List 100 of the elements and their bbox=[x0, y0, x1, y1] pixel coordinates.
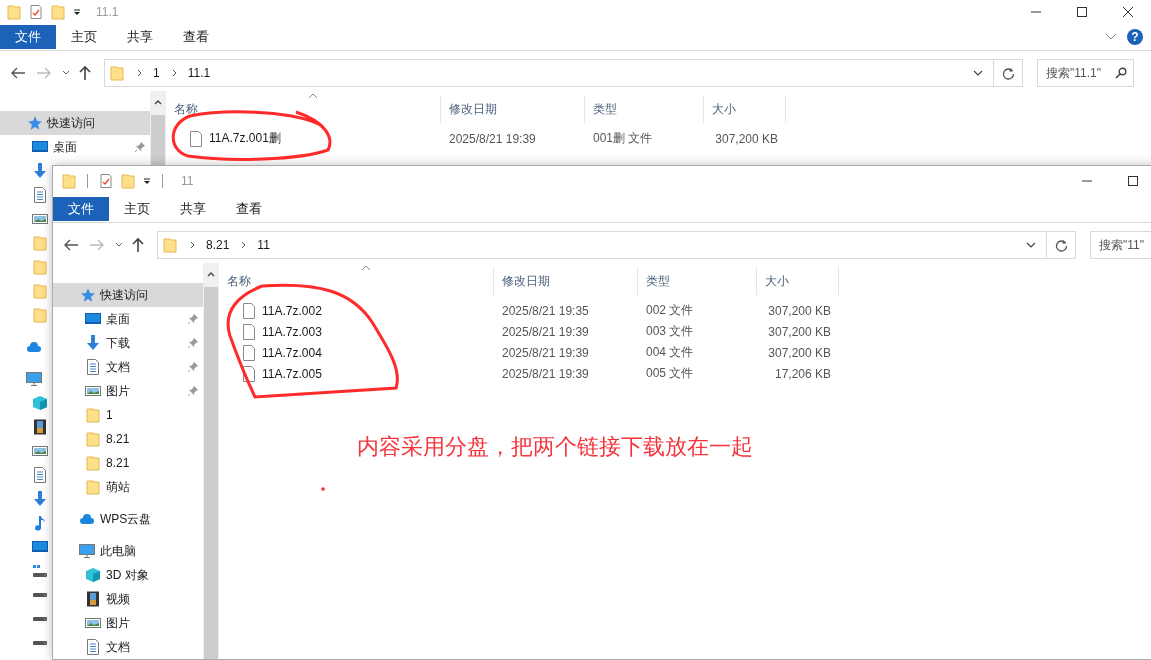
close-icon[interactable] bbox=[1122, 6, 1134, 18]
nav-item-label[interactable]: WPS云盘 bbox=[100, 510, 152, 528]
file-menu-button[interactable]: 文件 bbox=[0, 25, 56, 49]
file-name[interactable]: 11A.7z.005 bbox=[262, 366, 322, 381]
file-icon bbox=[243, 302, 255, 319]
selected-nav-row[interactable]: 快速访问 bbox=[53, 283, 203, 307]
column-header[interactable]: 类型 bbox=[638, 267, 757, 295]
nav-item-label[interactable]: 视频 bbox=[106, 590, 130, 608]
sort-caret-icon bbox=[361, 265, 371, 271]
ribbon-tab[interactable]: 主页 bbox=[56, 25, 112, 49]
nav-item-label[interactable]: 下载 bbox=[106, 334, 130, 352]
nav-item-label[interactable]: 快速访问 bbox=[100, 286, 148, 304]
nav-item-label[interactable]: 图片 bbox=[106, 382, 130, 400]
nav-item-label[interactable]: 图片 bbox=[106, 614, 130, 632]
up-arrow-icon[interactable] bbox=[78, 65, 92, 81]
star-icon bbox=[79, 287, 95, 303]
column-header[interactable]: 修改日期 bbox=[494, 267, 638, 295]
nav-item-label[interactable]: 3D 对象 bbox=[106, 566, 149, 584]
scroll-bar[interactable] bbox=[203, 263, 219, 659]
column-header[interactable]: 名称 bbox=[166, 95, 441, 123]
ribbon-tab[interactable]: 查看 bbox=[168, 25, 224, 49]
chevron-down-icon[interactable] bbox=[973, 70, 983, 76]
document-icon bbox=[85, 359, 101, 375]
help-button[interactable]: ? bbox=[1127, 29, 1143, 45]
annotation-dot bbox=[321, 487, 325, 491]
pin-icon[interactable] bbox=[187, 313, 199, 325]
chevron-right-icon[interactable] bbox=[190, 241, 196, 249]
nav-item-label[interactable]: 桌面 bbox=[53, 138, 77, 156]
nav-item-label[interactable]: 萌站 bbox=[106, 478, 130, 496]
address-bar[interactable]: 8.21 11 bbox=[157, 231, 1076, 259]
nav-item-label[interactable]: 此电脑 bbox=[100, 542, 136, 560]
nav-item-label[interactable]: 文档 bbox=[106, 358, 130, 376]
breadcrumb-item[interactable]: 11.1 bbox=[187, 66, 211, 80]
ribbon-tab[interactable]: 主页 bbox=[109, 197, 165, 221]
cloud-icon bbox=[79, 511, 95, 527]
column-header[interactable]: 大小 bbox=[757, 267, 839, 295]
search-field[interactable]: 搜索"11.1" bbox=[1037, 59, 1134, 87]
type-cell-text: 003 文件 bbox=[645, 323, 695, 340]
address-bar[interactable]: 1 11.1 bbox=[104, 59, 1023, 87]
size-cell-text: 307,200 KB bbox=[767, 324, 832, 339]
size-cell-text: 17,206 KB bbox=[773, 366, 832, 381]
chevron-right-icon[interactable] bbox=[137, 69, 143, 77]
column-header[interactable]: 名称 bbox=[219, 267, 494, 295]
file-icon bbox=[243, 323, 255, 340]
pin-icon[interactable] bbox=[187, 361, 199, 373]
back-arrow-icon[interactable] bbox=[63, 238, 79, 252]
pictures-icon bbox=[85, 383, 101, 399]
monitor-icon bbox=[85, 311, 101, 327]
chevron-down-icon[interactable] bbox=[62, 70, 70, 76]
chevron-right-icon[interactable] bbox=[171, 69, 178, 77]
refresh-icon[interactable] bbox=[1054, 238, 1068, 252]
down-arrow-icon bbox=[85, 335, 101, 351]
breadcrumb-item[interactable]: 1 bbox=[153, 66, 160, 80]
folder-icon bbox=[85, 479, 101, 495]
maximize-icon[interactable] bbox=[1127, 175, 1139, 187]
maximize-icon[interactable] bbox=[1076, 6, 1088, 18]
nav-item-label[interactable]: 8.21 bbox=[106, 432, 130, 446]
pin-icon[interactable] bbox=[187, 385, 199, 397]
folder-icon bbox=[120, 173, 136, 189]
nav-item-label[interactable]: 快速访问 bbox=[47, 114, 95, 132]
ribbon-tab[interactable]: 共享 bbox=[165, 197, 221, 221]
pin-icon[interactable] bbox=[134, 141, 146, 153]
nav-item-label[interactable]: 桌面 bbox=[106, 310, 130, 328]
file-menu-button[interactable]: 文件 bbox=[53, 197, 109, 221]
column-header[interactable]: 大小 bbox=[704, 95, 786, 123]
file-name[interactable]: 11A.7z.004 bbox=[262, 345, 322, 360]
file-icon bbox=[243, 344, 255, 361]
chevron-down-icon[interactable] bbox=[115, 242, 123, 248]
pin-icon[interactable] bbox=[187, 337, 199, 349]
breadcrumb-item[interactable]: 8.21 bbox=[206, 238, 230, 252]
date-cell-text: 2025/8/21 19:39 bbox=[448, 131, 537, 146]
file-icon bbox=[190, 130, 202, 147]
file-name[interactable]: 11A.7z.003 bbox=[262, 324, 322, 339]
nav-item-label[interactable]: 8.21 bbox=[106, 456, 130, 470]
size-cell-text: 307,200 KB bbox=[767, 345, 832, 360]
nav-item-label[interactable]: 文档 bbox=[106, 638, 130, 656]
ribbon-tab[interactable]: 查看 bbox=[221, 197, 277, 221]
breadcrumb-item[interactable]: 11 bbox=[257, 238, 270, 252]
file-name[interactable]: 11A.7z.001删 bbox=[209, 130, 281, 147]
checklist-icon[interactable] bbox=[28, 4, 44, 20]
window-title: 11 bbox=[181, 174, 194, 188]
type-cell-text: 005 文件 bbox=[645, 365, 695, 382]
search-icon[interactable] bbox=[1115, 67, 1127, 79]
refresh-icon[interactable] bbox=[1001, 66, 1015, 80]
back-arrow-icon[interactable] bbox=[10, 66, 26, 80]
type-cell-text: 004 文件 bbox=[645, 344, 695, 361]
nav-item-label[interactable]: 1 bbox=[106, 408, 113, 422]
chevron-right-icon[interactable] bbox=[241, 241, 248, 249]
ribbon-tab[interactable]: 共享 bbox=[112, 25, 168, 49]
column-header[interactable]: 类型 bbox=[585, 95, 704, 123]
search-field[interactable]: 搜索"11" bbox=[1090, 231, 1151, 259]
column-header[interactable]: 修改日期 bbox=[441, 95, 585, 123]
chevron-down-icon[interactable] bbox=[1026, 242, 1036, 248]
file-name[interactable]: 11A.7z.002 bbox=[262, 303, 322, 318]
up-arrow-icon[interactable] bbox=[131, 237, 145, 253]
type-cell-text: 002 文件 bbox=[645, 302, 695, 319]
folder-icon bbox=[85, 431, 101, 447]
cube-icon bbox=[85, 567, 101, 583]
checklist-icon[interactable] bbox=[98, 173, 114, 189]
selected-nav-row[interactable]: 快速访问 bbox=[0, 111, 150, 135]
